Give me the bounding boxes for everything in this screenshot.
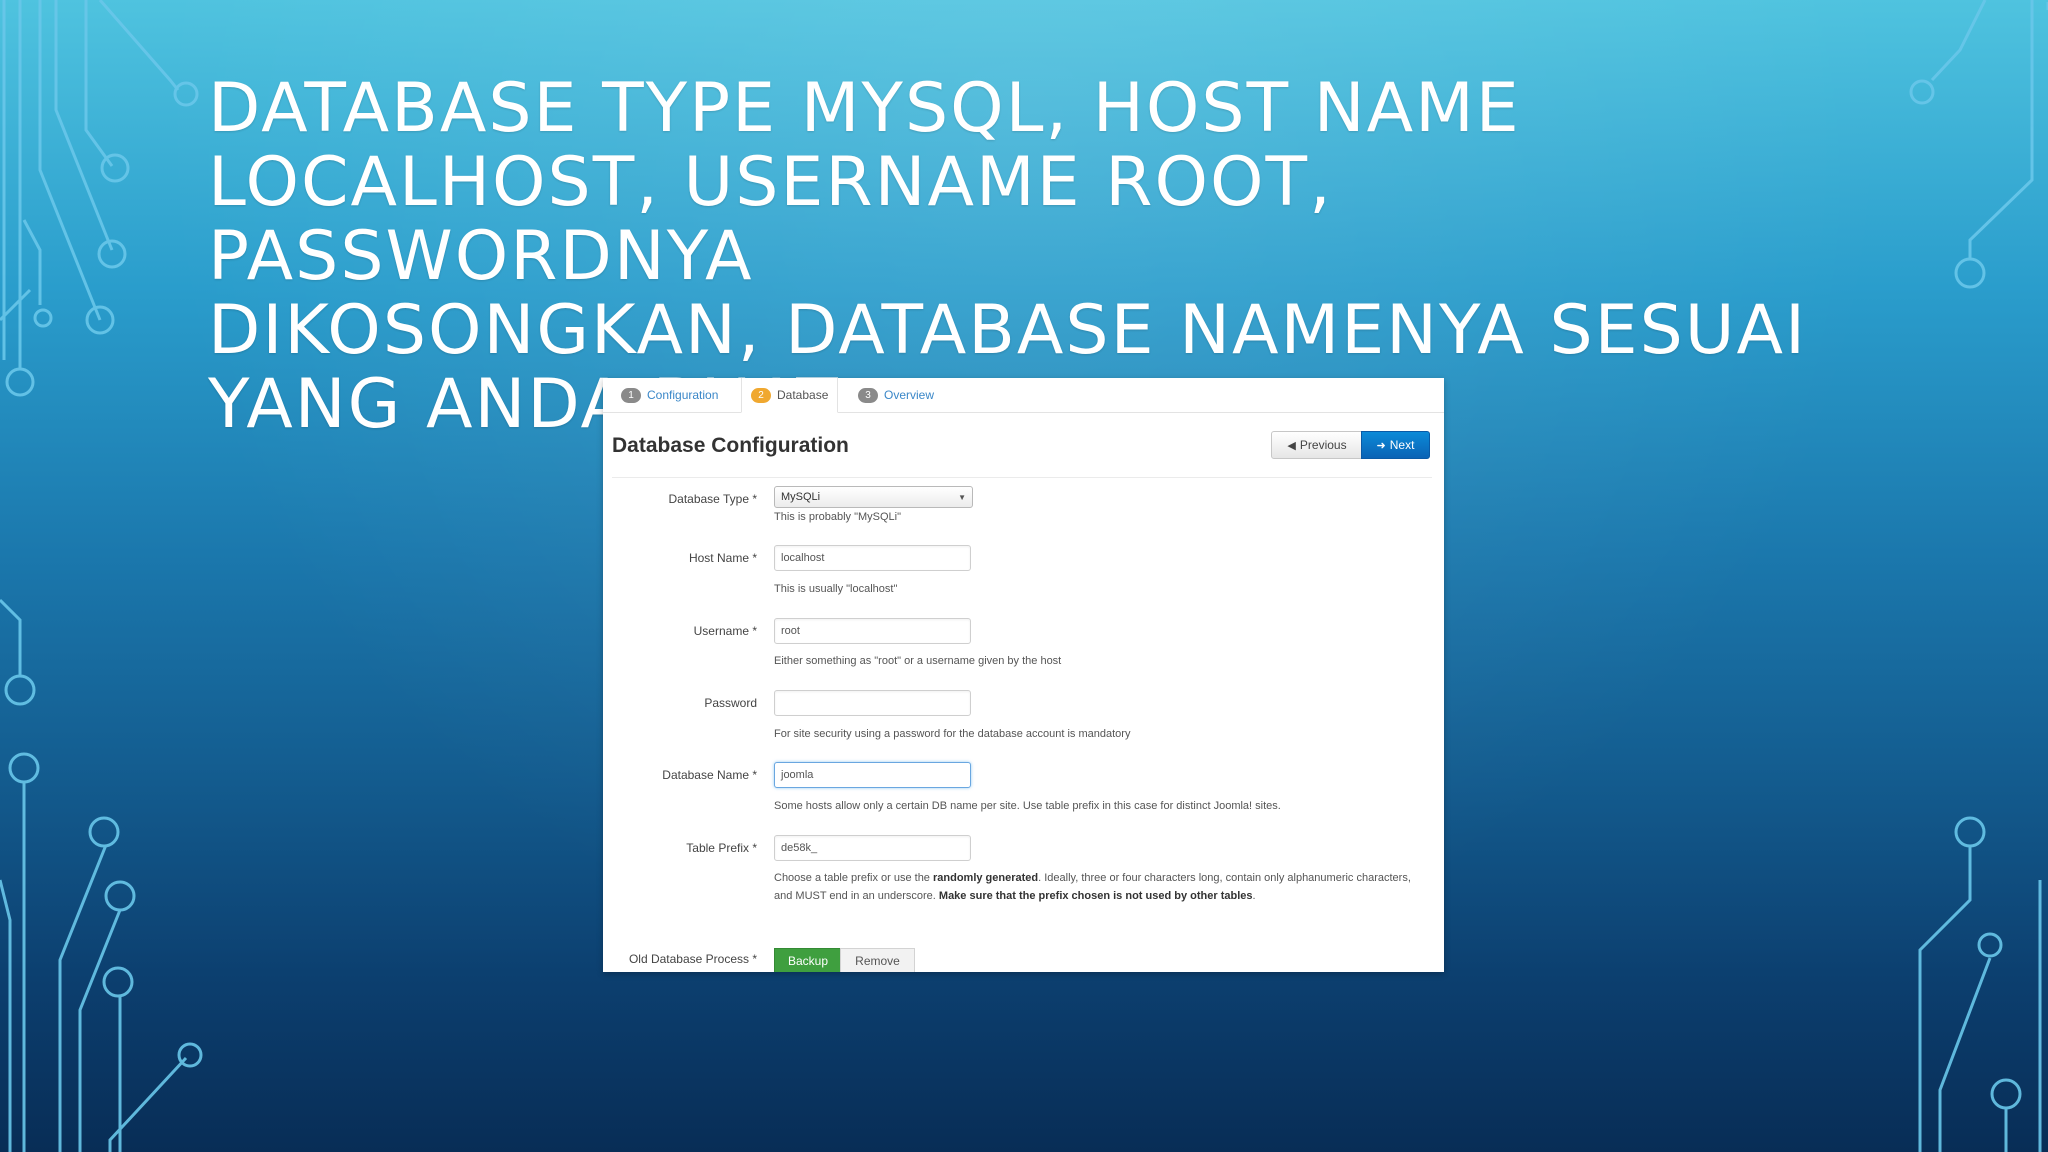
database-type-help: This is probably "MySQLi": [774, 511, 902, 523]
arrow-right-icon: ➜: [1376, 439, 1386, 452]
page-title: Database Configuration: [612, 434, 849, 457]
table-prefix-label: Table Prefix *: [686, 841, 757, 855]
username-label: Username *: [693, 624, 757, 638]
chevron-down-icon: ▼: [958, 492, 966, 502]
password-help: For site security using a password for t…: [774, 728, 1131, 740]
password-input[interactable]: [774, 690, 971, 716]
host-name-help: This is usually "localhost": [774, 583, 898, 595]
slide-title-line-1: DATABASE TYPE MYSQL, HOST NAME: [208, 69, 1521, 148]
database-name-label: Database Name *: [662, 768, 757, 782]
prefix-help-text: .: [1252, 890, 1256, 902]
arrow-left-icon: ◀: [1287, 439, 1296, 452]
tab-configuration[interactable]: 1 Configuration: [621, 378, 718, 412]
tab-number-badge: 1: [621, 387, 641, 403]
prefix-help-text: Choose a table prefix or use the: [774, 872, 933, 884]
divider: [612, 477, 1432, 478]
table-prefix-input[interactable]: de58k_: [774, 835, 971, 861]
tab-number-badge: 2: [751, 387, 771, 403]
database-type-value: MySQLi: [781, 491, 821, 503]
prefix-help-warning: Make sure that the prefix chosen is not …: [938, 890, 1253, 902]
tab-overview[interactable]: 3 Overview: [858, 378, 934, 412]
remove-option-button[interactable]: Remove: [840, 948, 915, 972]
previous-button-label: Previous: [1299, 438, 1347, 452]
username-input[interactable]: root: [774, 618, 971, 644]
installer-screenshot: 1 Configuration 2 Database 3 Overview Da…: [603, 378, 1444, 972]
database-name-input[interactable]: joomla: [774, 762, 971, 788]
old-database-process-label: Old Database Process *: [628, 952, 757, 966]
host-name-label: Host Name *: [688, 551, 757, 565]
tab-database[interactable]: 2 Database: [741, 378, 839, 413]
previous-button[interactable]: ◀ Previous: [1271, 431, 1363, 459]
host-name-input[interactable]: localhost: [774, 545, 971, 571]
prefix-help-bold: randomly generated: [932, 872, 1039, 884]
slide-title-line-3: DIKOSONGKAN, DATABASE NAMENYA SESUAI: [208, 291, 1808, 370]
tab-number-badge: 3: [858, 387, 878, 403]
database-type-select[interactable]: MySQLi ▼: [774, 486, 973, 508]
next-button[interactable]: ➜ Next: [1361, 431, 1430, 459]
username-help: Either something as "root" or a username…: [774, 655, 1062, 667]
tab-label: Overview: [884, 388, 935, 402]
slide-title-line-2: LOCALHOST, USERNAME ROOT, PASSWORDNYA: [208, 143, 1333, 296]
password-label: Password: [704, 696, 757, 710]
installer-tabs: 1 Configuration 2 Database 3 Overview: [603, 378, 1444, 413]
database-name-help: Some hosts allow only a certain DB name …: [774, 800, 1281, 812]
table-prefix-help: Choose a table prefix or use the randoml…: [774, 869, 1424, 905]
tab-label: Configuration: [647, 388, 719, 402]
database-type-label: Database Type *: [668, 492, 757, 506]
next-button-label: Next: [1389, 438, 1415, 452]
tab-label: Database: [777, 388, 829, 402]
backup-option-button[interactable]: Backup: [774, 948, 842, 972]
